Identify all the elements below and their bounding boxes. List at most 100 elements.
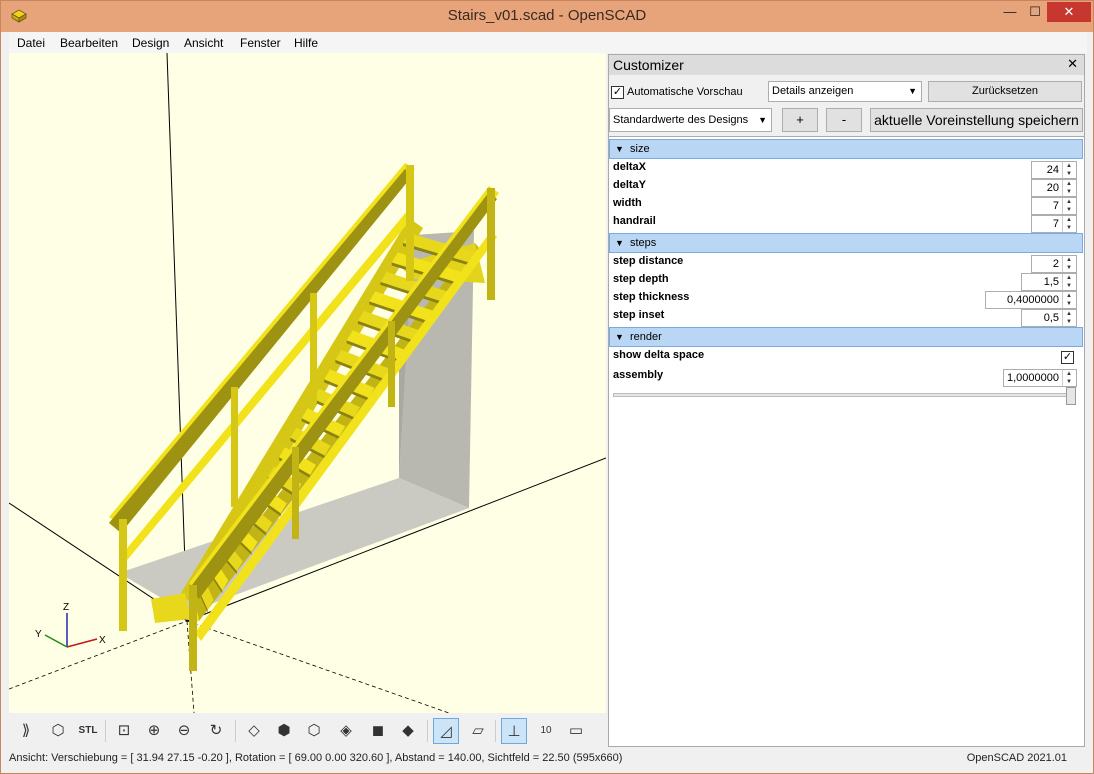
- show-scale-icon[interactable]: 10: [533, 718, 559, 744]
- param-label: step depth: [613, 273, 669, 285]
- param-label: show delta space: [613, 349, 705, 361]
- group-size-header[interactable]: ▼ size: [609, 139, 1083, 159]
- chevron-down-icon: ▼: [908, 86, 917, 96]
- reset-button[interactable]: Zurücksetzen: [928, 81, 1082, 102]
- close-window-button[interactable]: ✕: [1047, 2, 1091, 22]
- perspective-icon[interactable]: ◿: [433, 718, 459, 744]
- orthogonal-icon[interactable]: ▱: [465, 718, 491, 744]
- zoom-in-icon[interactable]: ⊕: [141, 718, 167, 744]
- assembly-slider-handle[interactable]: [1066, 387, 1076, 405]
- spin-value: 1,5: [1043, 276, 1059, 288]
- spin-arrows-icon[interactable]: ▲ ▼: [1062, 274, 1075, 290]
- chevron-down-icon: ▼: [758, 115, 767, 125]
- spin-arrows-icon[interactable]: ▲ ▼: [1062, 180, 1075, 196]
- group-steps-header[interactable]: ▼ steps: [609, 233, 1083, 253]
- param-label: assembly: [613, 369, 664, 381]
- assembly-slider-track[interactable]: [613, 393, 1069, 397]
- param-label: step inset: [613, 309, 665, 321]
- export-stl-icon[interactable]: STL: [75, 718, 101, 744]
- group-label: steps: [630, 237, 657, 249]
- status-bar: Ansicht: Verschiebung = [ 31.94 27.15 -0…: [9, 749, 1087, 769]
- menu-fenster[interactable]: Fenster: [240, 36, 281, 50]
- menu-bearbeiten[interactable]: Bearbeiten: [60, 36, 118, 50]
- menu-datei[interactable]: Datei: [17, 36, 45, 50]
- preset-value: Standardwerte des Designs: [613, 114, 749, 126]
- reset-view-icon[interactable]: ↻: [203, 718, 229, 744]
- view-bottom-icon[interactable]: ⬡: [301, 718, 327, 744]
- zoom-all-icon[interactable]: ⊡: [111, 718, 137, 744]
- view-top-icon[interactable]: ⬢: [271, 718, 297, 744]
- minimize-button[interactable]: —: [997, 2, 1023, 22]
- details-value: Details anzeigen: [772, 85, 854, 97]
- spin-value: 7: [1052, 218, 1059, 230]
- spin-value: 1,0000000: [1007, 372, 1059, 384]
- collapse-triangle-icon: ▼: [615, 238, 624, 248]
- window-title: Stairs_v01.scad - OpenSCAD: [447, 7, 647, 24]
- spin-arrows-icon[interactable]: ▲ ▼: [1062, 256, 1075, 272]
- spin-arrows-icon[interactable]: ▲ ▼: [1062, 216, 1075, 232]
- step-thickness-spinbox[interactable]: 0,4000000 ▲ ▼: [985, 291, 1077, 309]
- title-bar: Stairs_v01.scad - OpenSCAD — ☐ ✕: [1, 1, 1093, 32]
- status-version: OpenSCAD 2021.01: [966, 752, 1067, 764]
- group-label: render: [630, 331, 662, 343]
- scale-number: 10: [540, 725, 552, 736]
- assembly-spinbox[interactable]: 1,0000000 ▲ ▼: [1003, 369, 1077, 387]
- step-inset-spinbox[interactable]: 0,5 ▲ ▼: [1021, 309, 1077, 327]
- menu-hilfe[interactable]: Hilfe: [294, 36, 318, 50]
- show-delta-space-checkbox[interactable]: ✓: [1061, 351, 1074, 364]
- param-label: step distance: [613, 255, 684, 267]
- x-axis-negative-line: [186, 620, 450, 713]
- param-label: deltaY: [613, 179, 647, 191]
- parameter-list: ▼ size deltaX 24 ▲ ▼ deltaY 20 ▲ ▼ width 7 ▲ ▼…: [609, 136, 1084, 746]
- deltay-spinbox[interactable]: 20 ▲ ▼: [1031, 179, 1077, 197]
- spin-value: 7: [1052, 200, 1059, 212]
- maximize-button[interactable]: ☐: [1023, 2, 1047, 22]
- menu-bar: Datei Bearbeiten Design Ansicht Fenster …: [9, 32, 1087, 53]
- add-preset-button[interactable]: +: [782, 108, 818, 132]
- spin-arrows-icon[interactable]: ▲ ▼: [1062, 162, 1075, 178]
- param-label: width: [613, 197, 642, 209]
- spin-value: 0,5: [1043, 312, 1059, 324]
- customizer-title-bar: Customizer ✕: [609, 55, 1084, 75]
- preset-dropdown[interactable]: Standardwerte des Designs ▼: [609, 108, 772, 132]
- app-window: Stairs_v01.scad - OpenSCAD — ☐ ✕ Datei B…: [0, 0, 1094, 774]
- remove-preset-button[interactable]: -: [826, 108, 862, 132]
- menu-design[interactable]: Design: [132, 36, 169, 50]
- customizer-panel: Customizer ✕ ✓ Automatische Vorschau Det…: [608, 54, 1085, 747]
- details-dropdown[interactable]: Details anzeigen ▼: [768, 81, 922, 102]
- auto-preview-checkbox[interactable]: ✓: [611, 86, 624, 99]
- status-view-info: Ansicht: Verschiebung = [ 31.94 27.15 -0…: [9, 752, 623, 764]
- save-preset-button[interactable]: aktuelle Voreinstellung speichern: [870, 108, 1083, 132]
- render-icon[interactable]: ⬡: [45, 718, 71, 744]
- spin-arrows-icon[interactable]: ▲ ▼: [1062, 198, 1075, 214]
- show-axes-icon[interactable]: ⊥: [501, 718, 527, 744]
- handrail-spinbox[interactable]: 7 ▲ ▼: [1031, 215, 1077, 233]
- axis-x-label: X: [99, 635, 106, 646]
- menu-ansicht[interactable]: Ansicht: [184, 36, 223, 50]
- spin-arrows-icon[interactable]: ▲ ▼: [1062, 370, 1075, 386]
- param-label: deltaX: [613, 161, 647, 173]
- view-front-icon[interactable]: ◼: [365, 718, 391, 744]
- spin-arrows-icon[interactable]: ▲ ▼: [1062, 310, 1075, 326]
- view-toolbar: ⟫ ⬡ STL ⊡ ⊕ ⊖ ↻ ◇ ⬢ ⬡ ◈ ◼ ◆ ◿ ▱ ⊥ 10 ▭: [9, 715, 606, 747]
- step-distance-spinbox[interactable]: 2 ▲ ▼: [1031, 255, 1077, 273]
- group-label: size: [630, 143, 650, 155]
- view-back-icon[interactable]: ◆: [395, 718, 421, 744]
- param-label: step thickness: [613, 291, 690, 303]
- 3d-viewport[interactable]: Z X Y: [9, 53, 606, 713]
- param-label: handrail: [613, 215, 656, 227]
- spin-arrows-icon[interactable]: ▲ ▼: [1062, 292, 1075, 308]
- step-depth-spinbox[interactable]: 1,5 ▲ ▼: [1021, 273, 1077, 291]
- width-spinbox[interactable]: 7 ▲ ▼: [1031, 197, 1077, 215]
- zoom-out-icon[interactable]: ⊖: [171, 718, 197, 744]
- deltax-spinbox[interactable]: 24 ▲ ▼: [1031, 161, 1077, 179]
- customizer-close-icon[interactable]: ✕: [1067, 56, 1078, 72]
- axis-y-label: Y: [35, 629, 42, 640]
- preview-render-icon[interactable]: ⟫: [13, 718, 39, 744]
- view-right-icon[interactable]: ◇: [241, 718, 267, 744]
- show-edges-icon[interactable]: ▭: [563, 718, 589, 744]
- group-render-header[interactable]: ▼ render: [609, 327, 1083, 347]
- axis-z-label: Z: [63, 602, 69, 613]
- spin-value: 0,4000000: [1007, 294, 1059, 306]
- view-left-icon[interactable]: ◈: [333, 718, 359, 744]
